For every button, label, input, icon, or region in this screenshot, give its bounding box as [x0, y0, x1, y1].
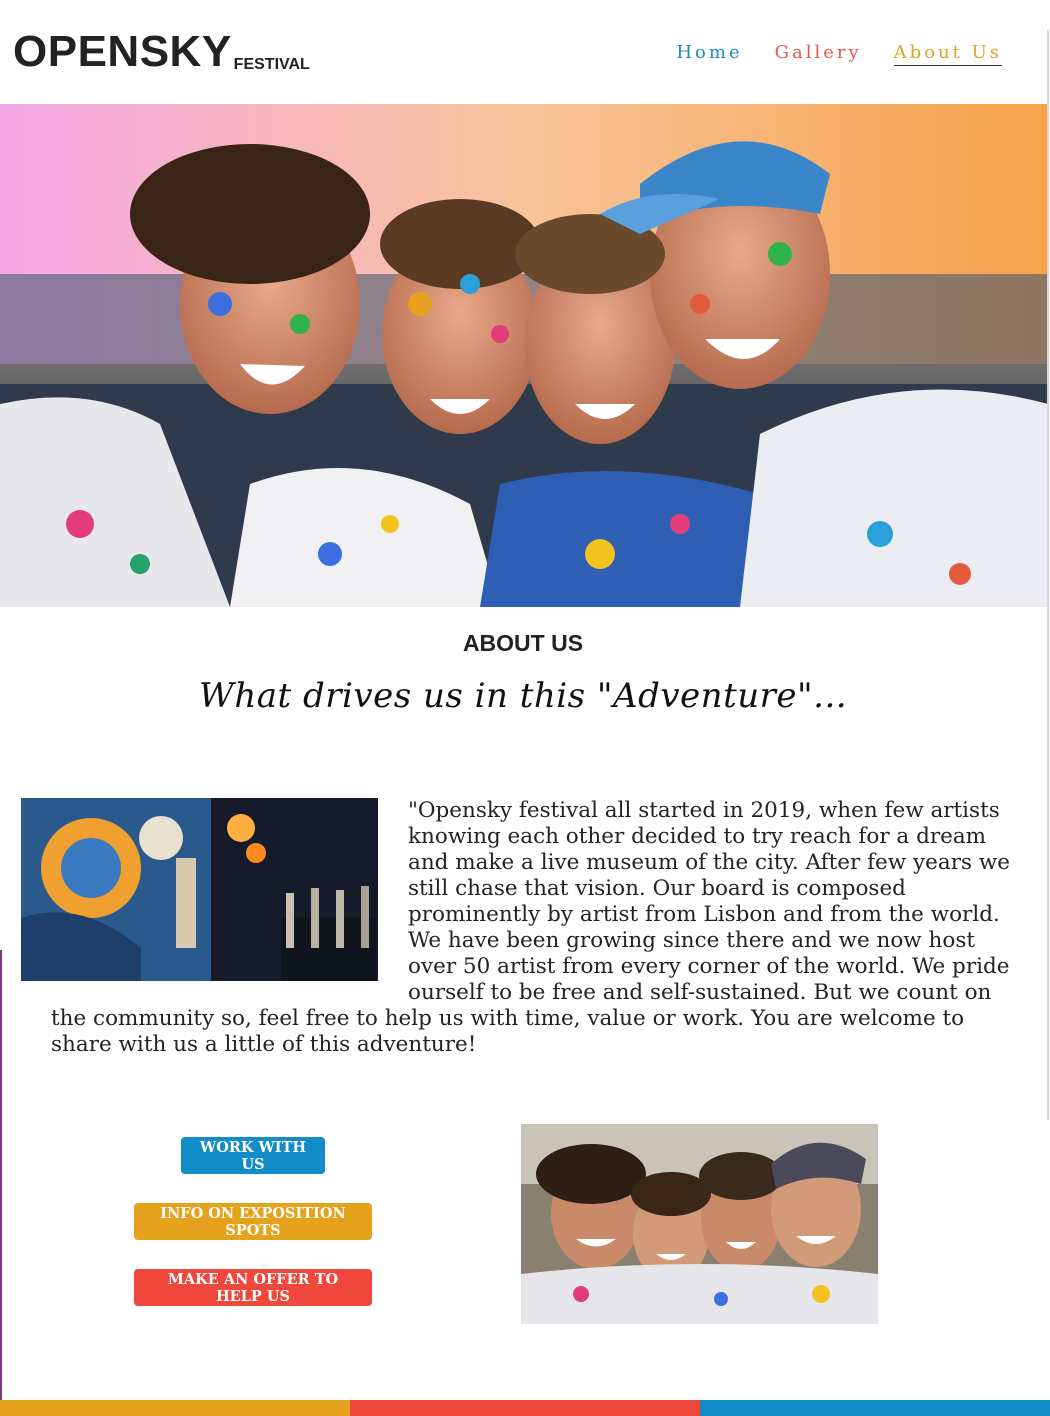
work-with-us-button[interactable]: WORK WITH US — [181, 1137, 325, 1174]
footer-bar-blue — [700, 1400, 1050, 1416]
story-section: "Opensky festival all started in 2019, w… — [21, 798, 1011, 1058]
right-divider — [1047, 30, 1049, 1120]
site-header: OPENSKY FESTIVAL Home Gallery About Us — [0, 0, 1050, 104]
nav-home-link[interactable]: Home — [676, 42, 742, 66]
mural-artist-image — [21, 798, 378, 981]
mural-illustration — [21, 798, 378, 981]
hero-image — [0, 104, 1048, 607]
nav-about-link[interactable]: About Us — [893, 42, 1002, 66]
left-divider — [0, 950, 2, 1400]
logo-subtitle: FESTIVAL — [233, 56, 310, 73]
logo[interactable]: OPENSKY FESTIVAL — [13, 30, 310, 74]
group-photo — [521, 1124, 878, 1324]
exposition-info-button[interactable]: INFO ON EXPOSITION SPOTS — [134, 1203, 372, 1240]
page: OPENSKY FESTIVAL Home Gallery About Us A… — [0, 0, 1050, 1416]
group-illustration — [521, 1124, 878, 1324]
nav-gallery-link[interactable]: Gallery — [775, 42, 862, 66]
footer-bar-yellow — [0, 1400, 350, 1416]
logo-title: OPENSKY — [13, 27, 232, 76]
footer-color-bar — [0, 1400, 1050, 1416]
main-nav: Home Gallery About Us — [676, 42, 1002, 66]
hero-illustration — [0, 104, 1048, 607]
about-tagline: What drives us in this "Adventure"... — [198, 676, 848, 716]
footer-bar-red — [350, 1400, 700, 1416]
offer-help-button[interactable]: MAKE AN OFFER TO HELP US — [134, 1269, 372, 1306]
about-title: ABOUT US — [462, 630, 584, 656]
